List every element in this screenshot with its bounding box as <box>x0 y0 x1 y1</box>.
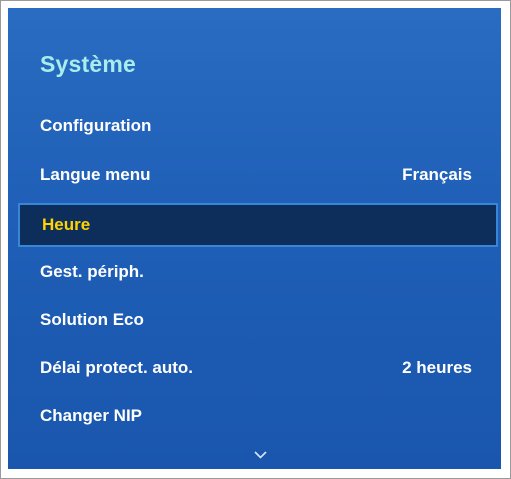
system-menu-panel: Système Configuration Langue menu França… <box>8 8 501 469</box>
chevron-down-icon[interactable] <box>254 448 267 461</box>
menu-item-heure[interactable]: Heure <box>18 203 498 247</box>
menu-item-label: Heure <box>42 215 91 234</box>
menu-item-langue-menu[interactable]: Langue menu Français <box>8 152 501 198</box>
menu-item-label: Langue menu <box>40 165 151 184</box>
menu-item-changer-nip[interactable]: Changer NIP <box>8 393 501 439</box>
menu-item-label: Solution Eco <box>40 310 144 329</box>
menu-item-value: Français <box>402 165 472 184</box>
menu-item-value: 2 heures <box>402 358 472 377</box>
menu-item-label: Délai protect. auto. <box>40 358 194 377</box>
menu-item-configuration[interactable]: Configuration <box>8 103 501 149</box>
menu-item-label: Gest. périph. <box>40 262 144 281</box>
menu-item-label: Changer NIP <box>40 406 143 425</box>
menu-title: Système <box>40 51 137 77</box>
menu-item-label: Configuration <box>40 116 152 135</box>
menu-item-solution-eco[interactable]: Solution Eco <box>8 297 501 343</box>
menu-item-delai-protect-auto[interactable]: Délai protect. auto. 2 heures <box>8 345 501 391</box>
menu-item-gest-periph[interactable]: Gest. périph. <box>8 249 501 295</box>
